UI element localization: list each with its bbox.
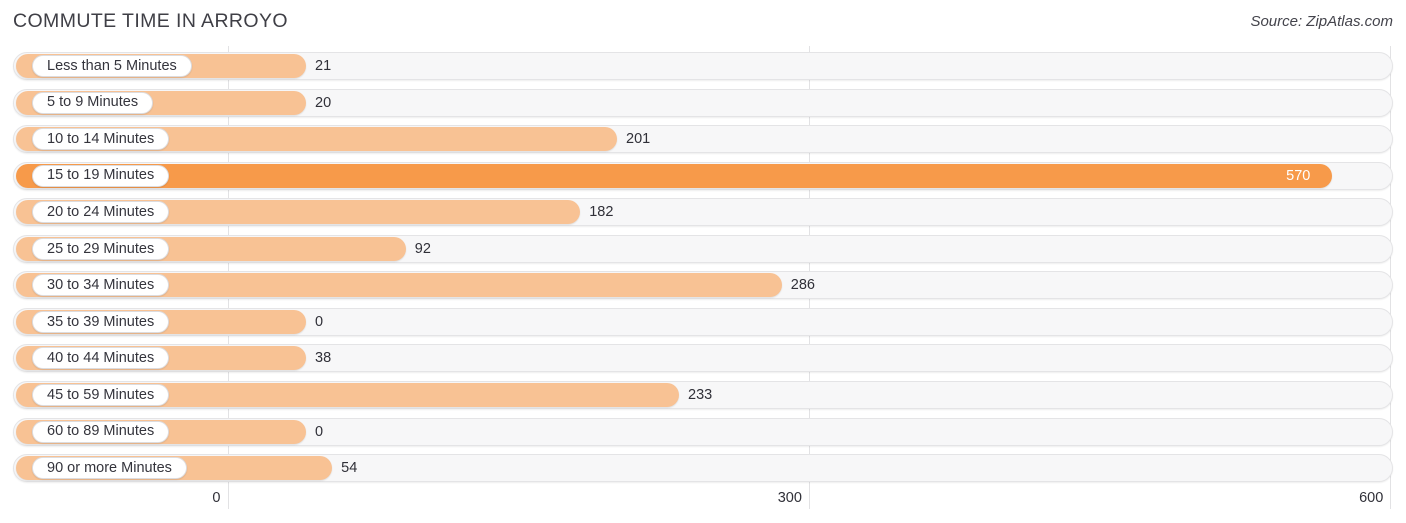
bar-rows: Less than 5 Minutes 21 5 to 9 Minutes 20 10 … bbox=[0, 46, 1406, 487]
tick-label-0: 0 bbox=[212, 490, 221, 506]
tick-mark-300 bbox=[808, 487, 810, 509]
category-label: Less than 5 Minutes bbox=[47, 57, 177, 74]
value-bar[interactable] bbox=[16, 163, 1333, 188]
tick-label-300: 300 bbox=[777, 490, 802, 506]
category-label-pill: 25 to 29 Minutes bbox=[32, 237, 170, 260]
bar-row: 10 to 14 Minutes 201 bbox=[13, 125, 1393, 154]
value-label: 92 bbox=[414, 240, 431, 257]
x-axis: 0 300 600 bbox=[0, 487, 1406, 523]
bar-row: 40 to 44 Minutes 38 bbox=[13, 344, 1393, 373]
bar-row: 25 to 29 Minutes 92 bbox=[13, 234, 1393, 263]
value-label: 54 bbox=[341, 460, 358, 477]
category-label: 90 or more Minutes bbox=[47, 459, 172, 476]
value-label: 201 bbox=[626, 131, 651, 148]
category-label-pill: 30 to 34 Minutes bbox=[32, 274, 170, 297]
category-label-pill: 60 to 89 Minutes bbox=[32, 420, 170, 443]
bar-row: Less than 5 Minutes 21 bbox=[13, 52, 1393, 80]
page-title: COMMUTE TIME IN ARROYO bbox=[13, 10, 288, 32]
value-label: 286 bbox=[790, 277, 815, 294]
chart-plot-area: Less than 5 Minutes 21 5 to 9 Minutes 20 10 … bbox=[0, 46, 1406, 487]
category-label: 45 to 59 Minutes bbox=[47, 386, 155, 403]
category-label: 25 to 29 Minutes bbox=[47, 240, 155, 257]
tick-mark-0 bbox=[227, 487, 229, 509]
category-label-pill: 35 to 39 Minutes bbox=[32, 310, 170, 333]
category-label-pill: 20 to 24 Minutes bbox=[32, 201, 170, 224]
bar-row: 35 to 39 Minutes 0 bbox=[13, 307, 1393, 336]
bar-row: 15 to 19 Minutes 570 bbox=[13, 161, 1393, 190]
tick-label-600: 600 bbox=[1359, 490, 1384, 506]
category-label: 60 to 89 Minutes bbox=[47, 423, 155, 440]
chart-header: COMMUTE TIME IN ARROYO Source: ZipAtlas.… bbox=[0, 0, 1406, 46]
category-label: 10 to 14 Minutes bbox=[47, 130, 155, 147]
category-label: 20 to 24 Minutes bbox=[47, 203, 155, 220]
category-label-pill: 15 to 19 Minutes bbox=[32, 164, 170, 187]
category-label-pill: 40 to 44 Minutes bbox=[32, 347, 170, 370]
category-label: 40 to 44 Minutes bbox=[47, 350, 155, 367]
bar-row: 60 to 89 Minutes 0 bbox=[13, 417, 1393, 446]
bar-row: 20 to 24 Minutes 182 bbox=[13, 198, 1393, 227]
category-label: 30 to 34 Minutes bbox=[47, 277, 155, 294]
value-label: 233 bbox=[688, 386, 713, 403]
bar-row: 30 to 34 Minutes 286 bbox=[13, 271, 1393, 300]
category-label-pill: 5 to 9 Minutes bbox=[32, 91, 154, 114]
category-label: 5 to 9 Minutes bbox=[47, 94, 139, 111]
bar-row: 45 to 59 Minutes 233 bbox=[13, 380, 1393, 409]
category-label: 15 to 19 Minutes bbox=[47, 167, 155, 184]
category-label-pill: 90 or more Minutes bbox=[32, 457, 187, 480]
value-label: 182 bbox=[589, 204, 614, 221]
bar-row: 90 or more Minutes 54 bbox=[13, 454, 1393, 483]
value-label: 20 bbox=[315, 94, 332, 111]
source-attribution: Source: ZipAtlas.com bbox=[1250, 13, 1393, 30]
tick-mark-600 bbox=[1390, 487, 1392, 509]
value-label: 38 bbox=[315, 350, 332, 367]
value-label: 570 bbox=[1286, 167, 1311, 184]
category-label: 35 to 39 Minutes bbox=[47, 313, 155, 330]
value-label: 21 bbox=[315, 58, 332, 74]
bar-row: 5 to 9 Minutes 20 bbox=[13, 88, 1393, 117]
value-label: 0 bbox=[315, 313, 324, 330]
value-label: 0 bbox=[315, 423, 324, 440]
category-label-pill: 10 to 14 Minutes bbox=[32, 128, 170, 151]
category-label-pill: 45 to 59 Minutes bbox=[32, 383, 170, 406]
category-label-pill: Less than 5 Minutes bbox=[32, 55, 192, 77]
